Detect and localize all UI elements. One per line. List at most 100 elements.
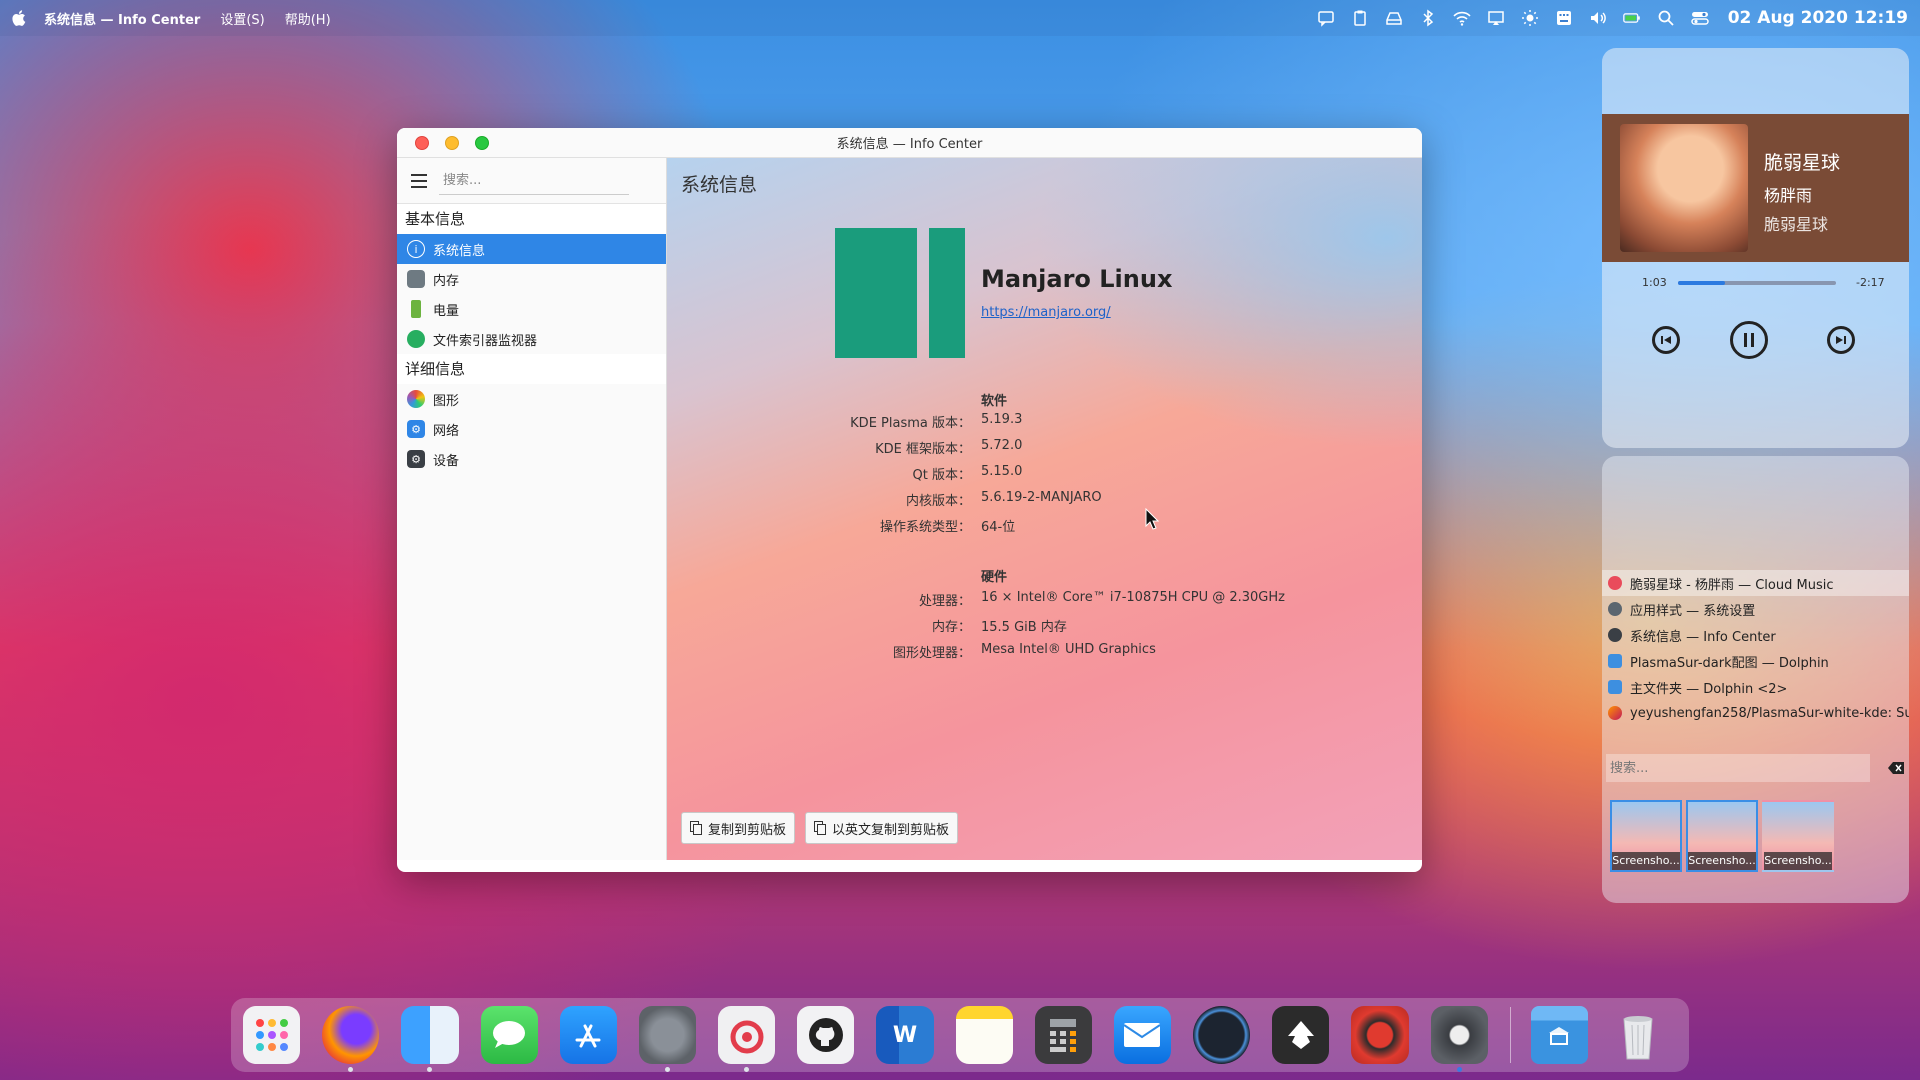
sidebar-search-input[interactable]	[439, 166, 629, 195]
clipboard-item[interactable]: PlasmaSur-dark配图 — Dolphin	[1602, 648, 1909, 674]
remaining-time: -2:17	[1856, 276, 1885, 289]
bluetooth-icon[interactable]	[1418, 8, 1438, 28]
inkscape-icon[interactable]	[1272, 1006, 1330, 1064]
info-key: 内存：	[931, 620, 971, 635]
running-indicator	[744, 1067, 750, 1072]
firefox-icon[interactable]	[322, 1006, 380, 1072]
info-center-window: 系统信息 — Info Center 基本信息 i 系统信息 内存 电量 文件索…	[397, 128, 1422, 872]
notes-icon[interactable]	[955, 1006, 1013, 1064]
window-titlebar[interactable]: 系统信息 — Info Center	[397, 128, 1422, 158]
pause-icon	[1744, 333, 1754, 347]
system-preferences-icon[interactable]	[638, 1006, 697, 1072]
cloud-music-icon	[1608, 576, 1622, 590]
clock[interactable]: 02 Aug 2020 12:19	[1728, 8, 1908, 28]
sidebar-item-file-indexer[interactable]: 文件索引器监视器	[397, 324, 666, 354]
trash-icon[interactable]	[1610, 1006, 1667, 1064]
thumbnail-label: Screensho...	[1612, 852, 1680, 870]
sidebar-group-basic: 基本信息	[397, 204, 666, 234]
menu-settings[interactable]: 设置(S)	[220, 9, 264, 28]
screen-recorder-icon[interactable]	[1351, 1006, 1409, 1064]
running-indicator	[1456, 1067, 1462, 1072]
content-pane: 系统信息 Manjaro Linux https://manjaro.org/ …	[667, 158, 1422, 860]
close-button[interactable]	[415, 136, 429, 150]
keyboard-icon[interactable]	[1554, 8, 1574, 28]
word-icon[interactable]: W	[876, 1006, 934, 1064]
manjaro-logo-icon	[835, 228, 965, 358]
sidebar-item-system-info[interactable]: i 系统信息	[397, 234, 666, 264]
finder-icon[interactable]	[401, 1006, 459, 1072]
settings-icon	[1608, 602, 1622, 616]
netease-music-icon[interactable]	[718, 1006, 776, 1072]
hamburger-menu-icon[interactable]	[411, 173, 427, 188]
control-center-icon[interactable]	[1690, 8, 1710, 28]
clipboard-item-text: yeyushengfan258/PlasmaSur-white-kde: Su.…	[1630, 705, 1909, 721]
progress-slider[interactable]	[1678, 281, 1836, 285]
sidebar-item-label: 设备	[433, 453, 460, 469]
menu-help[interactable]: 帮助(H)	[285, 9, 331, 28]
network-gear-icon: ⚙	[407, 420, 425, 438]
clipboard-search-input[interactable]	[1606, 754, 1870, 782]
previous-track-button[interactable]	[1652, 326, 1680, 354]
launchpad-icon[interactable]	[243, 1006, 301, 1064]
clipboard-icon[interactable]	[1350, 8, 1370, 28]
hardware-heading: 硬件	[981, 570, 1008, 585]
info-key: KDE Plasma 版本：	[850, 416, 971, 431]
info-value: 5.15.0	[981, 464, 1023, 479]
brightness-icon[interactable]	[1520, 8, 1540, 28]
info-key: Qt 版本：	[912, 468, 971, 483]
messages-icon[interactable]	[480, 1006, 538, 1064]
apple-icon[interactable]	[12, 9, 28, 27]
screenshot-thumbnail[interactable]: Screensho...	[1686, 800, 1758, 872]
github-icon[interactable]	[797, 1006, 855, 1064]
sidebar-item-network[interactable]: ⚙ 网络	[397, 414, 666, 444]
next-track-button[interactable]	[1827, 326, 1855, 354]
info-row: KDE 框架版本： 5.72.0	[667, 438, 1422, 458]
minimize-button[interactable]	[445, 136, 459, 150]
clipboard-widget: 脆弱星球 - 杨胖雨 — Cloud Music 应用样式 — 系统设置 系统信…	[1602, 456, 1909, 903]
sidebar-item-devices[interactable]: ⚙ 设备	[397, 444, 666, 474]
distro-url-link[interactable]: https://manjaro.org/	[981, 305, 1111, 320]
volume-icon[interactable]	[1588, 8, 1608, 28]
maximize-button[interactable]	[475, 136, 489, 150]
battery-icon[interactable]	[1622, 8, 1642, 28]
info-value: 16 × Intel® Core™ i7-10875H CPU @ 2.30GH…	[981, 590, 1285, 605]
music-player-widget: 脆弱星球 杨胖雨 脆弱星球 1:03 -2:17	[1602, 48, 1909, 448]
sidebar-item-label: 系统信息	[433, 243, 486, 259]
clipboard-item[interactable]: yeyushengfan258/PlasmaSur-white-kde: Su.…	[1602, 700, 1909, 726]
page-title: 系统信息	[681, 174, 758, 196]
sidebar-item-memory[interactable]: 内存	[397, 264, 666, 294]
home-folder-icon[interactable]	[1530, 1006, 1588, 1064]
wifi-icon[interactable]	[1452, 8, 1472, 28]
app-store-icon[interactable]	[559, 1006, 617, 1064]
sidebar-item-graphics[interactable]: 图形	[397, 384, 666, 414]
memory-icon	[407, 270, 425, 288]
chat-icon[interactable]	[1316, 8, 1336, 28]
calculator-icon[interactable]	[1034, 1006, 1092, 1064]
info-value: 15.5 GiB 内存	[981, 620, 1067, 635]
copy-icon	[690, 821, 702, 835]
mail-icon[interactable]	[1113, 1006, 1172, 1064]
screenshot-thumbnail[interactable]: Screensho...	[1610, 800, 1682, 872]
info-value: 64-位	[981, 520, 1016, 535]
info-value: 5.72.0	[981, 438, 1023, 453]
clipboard-item-text: 脆弱星球 - 杨胖雨 — Cloud Music	[1630, 577, 1834, 593]
copy-english-button[interactable]: 以英文复制到剪贴板	[805, 812, 959, 844]
screenshot-thumbnail[interactable]: Screensho...	[1762, 800, 1834, 872]
settings-gear-icon[interactable]	[1430, 1006, 1488, 1072]
app-menu-title[interactable]: 系统信息 — Info Center	[44, 9, 200, 28]
clipboard-item[interactable]: 系统信息 — Info Center	[1602, 622, 1909, 648]
sidebar-item-energy[interactable]: 电量	[397, 294, 666, 324]
copy-to-clipboard-button[interactable]: 复制到剪贴板	[681, 812, 796, 844]
search-icon[interactable]	[1656, 8, 1676, 28]
system-monitor-icon[interactable]	[1193, 1006, 1251, 1064]
running-indicator	[664, 1067, 670, 1072]
clipboard-item[interactable]: 脆弱星球 - 杨胖雨 — Cloud Music	[1602, 570, 1909, 596]
pause-button[interactable]	[1730, 321, 1768, 359]
drive-icon[interactable]	[1384, 8, 1404, 28]
clipboard-item-text: 应用样式 — 系统设置	[1630, 603, 1756, 619]
clipboard-item[interactable]: 应用样式 — 系统设置	[1602, 596, 1909, 622]
clear-backspace-icon[interactable]	[1888, 762, 1904, 774]
display-icon[interactable]	[1486, 8, 1506, 28]
clipboard-item[interactable]: 主文件夹 — Dolphin <2>	[1602, 674, 1909, 700]
song-album: 脆弱星球	[1764, 215, 1829, 234]
